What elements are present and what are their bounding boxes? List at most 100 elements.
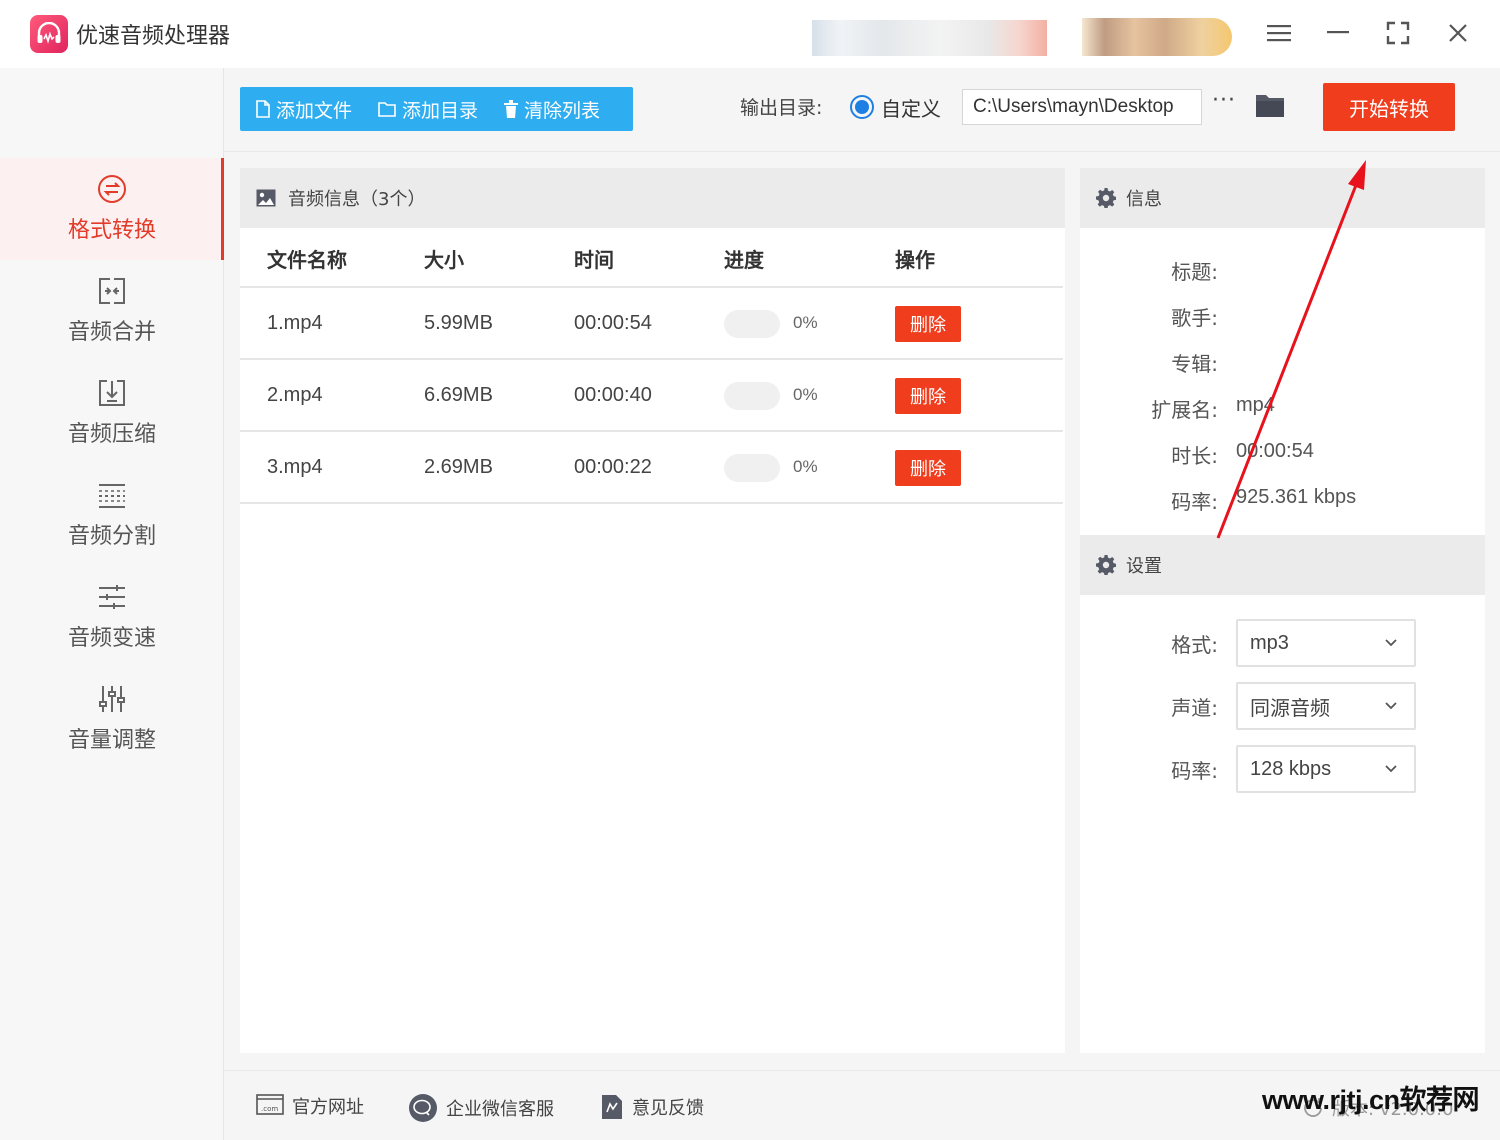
feedback-link[interactable]: 意见反馈 <box>600 1093 704 1121</box>
chevron-down-icon <box>1385 639 1397 647</box>
channel-select-value: 同源音频 <box>1250 697 1330 720</box>
gear-icon <box>1096 555 1116 575</box>
progress-percent: 0% <box>793 313 818 332</box>
merge-icon <box>99 278 125 304</box>
info-label-extension: 扩展名: <box>1151 398 1218 422</box>
format-select-value: mp3 <box>1250 631 1289 654</box>
settings-header: 设置 <box>1080 535 1485 595</box>
info-label-album: 专辑: <box>1171 352 1218 376</box>
sidebar-item-label: 音频分割 <box>67 524 156 549</box>
format-convert-icon <box>98 175 126 203</box>
maximize-icon[interactable] <box>1380 18 1416 48</box>
minimize-icon[interactable] <box>1320 18 1356 48</box>
chevron-down-icon <box>1385 765 1397 773</box>
official-website-link[interactable]: .com 官方网址 <box>256 1093 364 1119</box>
info-title: 信息 <box>1126 189 1162 210</box>
info-label-bitrate: 码率: <box>1171 490 1218 514</box>
info-value-bitrate: 925.361 kbps <box>1236 486 1357 508</box>
sidebar-item-speed[interactable]: 音频变速 <box>0 566 224 668</box>
clear-list-label: 清除列表 <box>524 99 601 122</box>
delete-button[interactable]: 删除 <box>895 306 961 342</box>
split-icon <box>99 484 125 508</box>
column-header-action: 操作 <box>895 247 935 272</box>
column-header-progress: 进度 <box>724 247 764 272</box>
add-folder-label: 添加目录 <box>402 99 479 122</box>
feedback-icon <box>602 1095 622 1119</box>
clear-list-button[interactable]: 清除列表 <box>504 96 600 123</box>
add-folder-button[interactable]: 添加目录 <box>378 96 478 123</box>
site-watermark: www.rjtj.cn软荐网 <box>1262 1085 1480 1115</box>
user-avatar-blurred[interactable] <box>1082 18 1232 56</box>
column-header-time: 时间 <box>574 247 614 272</box>
info-value-extension: mp4 <box>1236 394 1275 416</box>
file-size: 2.69MB <box>424 455 493 478</box>
official-website-label: 官方网址 <box>292 1097 364 1118</box>
open-folder-icon[interactable] <box>1255 92 1285 122</box>
app-logo-icon <box>30 15 68 53</box>
volume-icon <box>99 686 125 712</box>
compress-icon <box>99 380 125 406</box>
file-actions-group: 添加文件 添加目录 清除列表 <box>240 87 633 131</box>
custom-dir-radio[interactable] <box>850 95 874 119</box>
menu-icon[interactable] <box>1261 18 1297 48</box>
format-select[interactable]: mp3 <box>1236 619 1416 667</box>
add-file-label: 添加文件 <box>276 99 353 122</box>
delete-button[interactable]: 删除 <box>895 450 961 486</box>
close-icon[interactable] <box>1440 18 1476 48</box>
sidebar-item-volume[interactable]: 音量调整 <box>0 668 224 770</box>
table-row[interactable]: 1.mp4 5.99MB 00:00:54 0% 删除 <box>240 288 1063 360</box>
progress-percent: 0% <box>793 457 818 476</box>
gear-icon <box>1096 188 1116 208</box>
info-label-artist: 歌手: <box>1171 306 1218 330</box>
file-size: 5.99MB <box>424 311 493 334</box>
progress-percent: 0% <box>793 385 818 404</box>
table-row[interactable]: 2.mp4 6.69MB 00:00:40 0% 删除 <box>240 360 1063 432</box>
progress-bar <box>724 454 780 482</box>
delete-button[interactable]: 删除 <box>895 378 961 414</box>
image-icon <box>256 189 276 207</box>
svg-text:.com: .com <box>261 1105 278 1113</box>
settings-title: 设置 <box>1126 556 1162 577</box>
title-bar: 优速音频处理器 <box>0 0 1500 68</box>
setting-label-format: 格式: <box>1171 633 1218 657</box>
output-path-input[interactable] <box>962 89 1202 125</box>
file-duration: 00:00:54 <box>574 311 652 334</box>
info-value-duration: 00:00:54 <box>1236 440 1314 462</box>
wechat-support-label: 企业微信客服 <box>446 1099 554 1120</box>
trash-icon <box>504 100 519 118</box>
website-icon: .com <box>256 1094 284 1115</box>
channel-select[interactable]: 同源音频 <box>1236 682 1416 730</box>
column-header-name: 文件名称 <box>267 247 347 272</box>
toolbar: 添加文件 添加目录 清除列表 输出目录: 自定义 ··· 开始转换 <box>224 68 1500 152</box>
output-dir-label: 输出目录: <box>740 97 823 119</box>
sidebar-item-split[interactable]: 音频分割 <box>0 464 224 566</box>
table-row[interactable]: 3.mp4 2.69MB 00:00:22 0% 删除 <box>240 432 1063 504</box>
sidebar-item-label: 音频合并 <box>67 320 156 345</box>
file-list-panel: 音频信息（3个） 文件名称 大小 时间 进度 操作 1.mp4 5.99MB 0… <box>240 168 1065 1053</box>
file-duration: 00:00:40 <box>574 383 652 406</box>
bitrate-select[interactable]: 128 kbps <box>1236 745 1416 793</box>
account-info-blurred <box>812 20 1047 56</box>
file-name: 3.mp4 <box>267 455 323 478</box>
start-convert-button[interactable]: 开始转换 <box>1323 83 1455 131</box>
info-label-title: 标题: <box>1171 260 1218 284</box>
sidebar-item-label: 音频变速 <box>67 626 156 651</box>
info-label-duration: 时长: <box>1171 444 1218 468</box>
details-panel: 信息 标题: 歌手: 专辑: 扩展名: mp4 时长: 00:00:54 码率:… <box>1080 168 1485 1053</box>
add-file-button[interactable]: 添加文件 <box>256 96 352 123</box>
feedback-label: 意见反馈 <box>632 1098 704 1119</box>
file-list-title: 音频信息（3个） <box>288 189 426 210</box>
sidebar-item-label: 音频压缩 <box>67 422 156 447</box>
sidebar-item-label: 格式转换 <box>67 218 156 243</box>
custom-dir-label[interactable]: 自定义 <box>881 93 941 122</box>
file-size: 6.69MB <box>424 383 493 406</box>
more-options-button[interactable]: ··· <box>1212 88 1236 113</box>
wechat-support-link[interactable]: 企业微信客服 <box>408 1093 554 1123</box>
app-title: 优速音频处理器 <box>76 24 231 49</box>
file-name: 2.mp4 <box>267 383 323 406</box>
sidebar-item-format-convert[interactable]: 格式转换 <box>0 158 224 260</box>
sidebar-item-compress[interactable]: 音频压缩 <box>0 362 224 464</box>
setting-label-channel: 声道: <box>1171 696 1218 720</box>
setting-label-bitrate: 码率: <box>1171 759 1218 783</box>
sidebar-item-merge[interactable]: 音频合并 <box>0 260 224 362</box>
